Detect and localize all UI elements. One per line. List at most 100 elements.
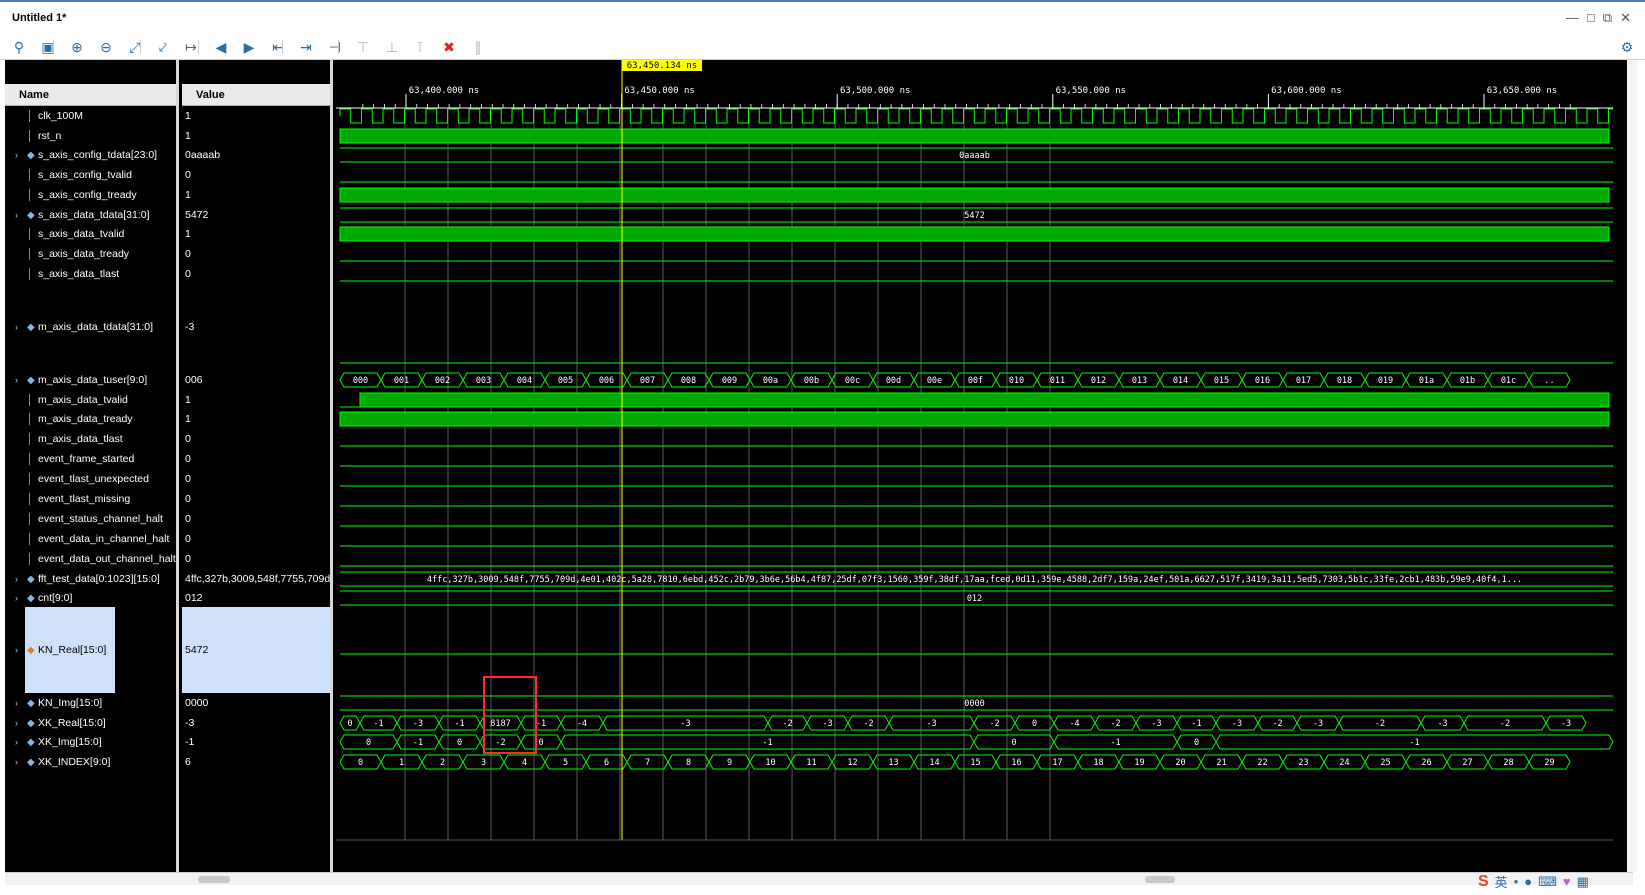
value-column-header[interactable]: Value: [182, 84, 330, 106]
signal-row[interactable]: › ◆ XK_Img[15:0]: [5, 733, 176, 752]
signal-name: m_axis_data_tready: [38, 413, 133, 425]
skin-icon[interactable]: ♥: [1563, 874, 1571, 889]
expand-chevron-icon[interactable]: ›: [15, 318, 18, 337]
punctuation-icon[interactable]: •: [1514, 874, 1519, 889]
signal-high-fill: [339, 187, 1610, 203]
keyboard-icon[interactable]: ⌨: [1538, 874, 1557, 890]
snap-icon[interactable]: ∥: [467, 36, 489, 58]
signal-high-fill: [359, 392, 1610, 408]
expand-chevron-icon[interactable]: ›: [15, 589, 18, 608]
expand-chevron-icon[interactable]: ›: [15, 641, 18, 660]
next-transition-icon[interactable]: ⇥: [295, 36, 317, 58]
signal-name: s_axis_config_tdata[23:0]: [38, 149, 158, 161]
signal-name-panel: Name │ clk_100M │ rst_n › ◆ s_axis_config_tdat…: [5, 60, 179, 885]
signal-row[interactable]: │ event_frame_started: [5, 450, 176, 469]
signal-row[interactable]: › ◆ XK_Real[15:0]: [5, 714, 176, 733]
waveform-canvas[interactable]: 63,400.000 ns 63,450.000 ns 63,500.000 ns 6…: [336, 60, 1627, 885]
signal-row[interactable]: │ s_axis_config_tvalid: [5, 166, 176, 185]
save-icon[interactable]: ▣: [37, 36, 59, 58]
bus-value-text: 009: [722, 376, 737, 386]
signal-row[interactable]: › ◆ cnt[9:0]: [5, 589, 176, 608]
signal-row[interactable]: │ event_tlast_unexpected: [5, 470, 176, 489]
bus-value-text: 014: [1173, 376, 1188, 386]
apps-grid-icon[interactable]: ▦: [1577, 874, 1589, 890]
signal-name: event_tlast_unexpected: [38, 473, 149, 485]
signal-row[interactable]: › ◆ m_axis_data_tuser[9:0]: [5, 371, 176, 390]
ime-language[interactable]: 英: [1495, 872, 1508, 891]
signal-row[interactable]: │ m_axis_data_tlast: [5, 430, 176, 449]
time-label: 63,400.000 ns: [409, 86, 479, 96]
bus-value-text: 16: [1011, 758, 1021, 768]
signal-row[interactable]: › ◆ KN_Real[15:0]: [5, 641, 176, 660]
restore-icon[interactable]: □: [1587, 10, 1595, 26]
signal-row[interactable]: │ clk_100M: [5, 107, 176, 126]
signal-row[interactable]: › ◆ KN_Img[15:0]: [5, 694, 176, 713]
signal-row[interactable]: │ event_tlast_missing: [5, 490, 176, 509]
value-scroll-thumb[interactable]: [198, 876, 230, 883]
bus-value-text: 0: [366, 738, 371, 748]
previous-transition-icon[interactable]: ⇤: [267, 36, 289, 58]
expand-chevron-icon[interactable]: ›: [15, 371, 18, 390]
settings-gear-icon[interactable]: ⚙: [1616, 36, 1638, 58]
minimize-icon[interactable]: —: [1566, 10, 1579, 26]
signal-row[interactable]: › ◆ m_axis_data_tdata[31:0]: [5, 318, 176, 337]
go-to-time-zero-icon[interactable]: ◀: [210, 36, 232, 58]
wave-scroll-thumb[interactable]: [1145, 876, 1175, 883]
search-icon[interactable]: ⚲: [8, 36, 30, 58]
signal-value: 0: [185, 433, 191, 445]
signal-row[interactable]: › ◆ XK_INDEX[9:0]: [5, 753, 176, 772]
expand-chevron-icon[interactable]: ›: [15, 146, 18, 165]
signal-row[interactable]: │ event_data_in_channel_halt: [5, 530, 176, 549]
bus-value-text: 0: [358, 758, 363, 768]
expand-chevron-icon[interactable]: ›: [15, 753, 18, 772]
signal-value-panel: Value 1 1 0aaaab 0 1 5472 1 0 0 -3 006 1 1 0 0 0 0 0 0 0 4ff…: [182, 60, 333, 885]
signal-row[interactable]: › ◆ s_axis_config_tdata[23:0]: [5, 146, 176, 165]
signal-value: 0: [185, 453, 191, 465]
expand-chevron-icon[interactable]: ›: [15, 733, 18, 752]
swap-markers-icon[interactable]: ⊺: [409, 36, 431, 58]
signal-row[interactable]: │ event_data_out_channel_halt: [5, 550, 176, 569]
go-to-last-time-icon[interactable]: ▶: [238, 36, 260, 58]
horizontal-scrollbars[interactable]: [5, 872, 1633, 885]
signal-value: 0: [185, 169, 191, 181]
bus-value-text: -2: [989, 719, 999, 729]
name-column-header[interactable]: Name: [5, 84, 176, 106]
signal-name: event_frame_started: [38, 453, 135, 465]
signal-row[interactable]: › ◆ fft_test_data[0:1023][15:0]: [5, 570, 176, 589]
zoom-out-icon[interactable]: ⊖: [95, 36, 117, 58]
signal-row[interactable]: › ◆ s_axis_data_tdata[31:0]: [5, 206, 176, 225]
previous-marker-icon[interactable]: ⊤: [352, 36, 374, 58]
go-to-cursor-icon[interactable]: ⤦: [152, 36, 174, 58]
signal-name: XK_Img[15:0]: [38, 736, 102, 748]
signal-name: m_axis_data_tvalid: [38, 394, 128, 406]
signal-row[interactable]: │ m_axis_data_tvalid: [5, 391, 176, 410]
close-icon[interactable]: ✕: [1620, 10, 1631, 26]
bus-signal-icon: ◆: [27, 757, 35, 768]
next-marker-icon[interactable]: ⊥: [381, 36, 403, 58]
waveform-area[interactable]: 63,400.000 ns 63,450.000 ns 63,500.000 ns 6…: [336, 60, 1627, 885]
add-marker-icon[interactable]: ⊣: [324, 36, 346, 58]
signal-row[interactable]: │ s_axis_data_tvalid: [5, 225, 176, 244]
signal-row[interactable]: │ s_axis_data_tready: [5, 245, 176, 264]
expand-chevron-icon[interactable]: ›: [15, 694, 18, 713]
signal-name: s_axis_data_tready: [38, 248, 130, 260]
zoom-in-icon[interactable]: ⊕: [66, 36, 88, 58]
zoom-fit-icon[interactable]: ⤢: [124, 36, 146, 58]
signal-row[interactable]: │ rst_n: [5, 127, 176, 146]
expand-chevron-icon[interactable]: ›: [15, 206, 18, 225]
signal-row[interactable]: │ m_axis_data_tready: [5, 410, 176, 429]
bus-value-text: 017: [1296, 376, 1311, 386]
microphone-icon[interactable]: ●: [1524, 874, 1532, 889]
bus-value-text: -1: [454, 719, 464, 729]
signal-row[interactable]: │ s_axis_config_tready: [5, 186, 176, 205]
signal-value: 0: [185, 493, 191, 505]
signal-row[interactable]: │ s_axis_data_tlast: [5, 265, 176, 284]
expand-chevron-icon[interactable]: ›: [15, 570, 18, 589]
delete-markers-icon[interactable]: ✖: [438, 36, 460, 58]
ime-logo-icon[interactable]: S: [1478, 873, 1489, 891]
bus-value-text: -3: [413, 719, 423, 729]
expand-chevron-icon[interactable]: ›: [15, 714, 18, 733]
vertical-scrollbar[interactable]: [1627, 60, 1637, 872]
float-icon[interactable]: ⧉: [1603, 10, 1612, 26]
signal-row[interactable]: │ event_status_channel_halt: [5, 510, 176, 529]
